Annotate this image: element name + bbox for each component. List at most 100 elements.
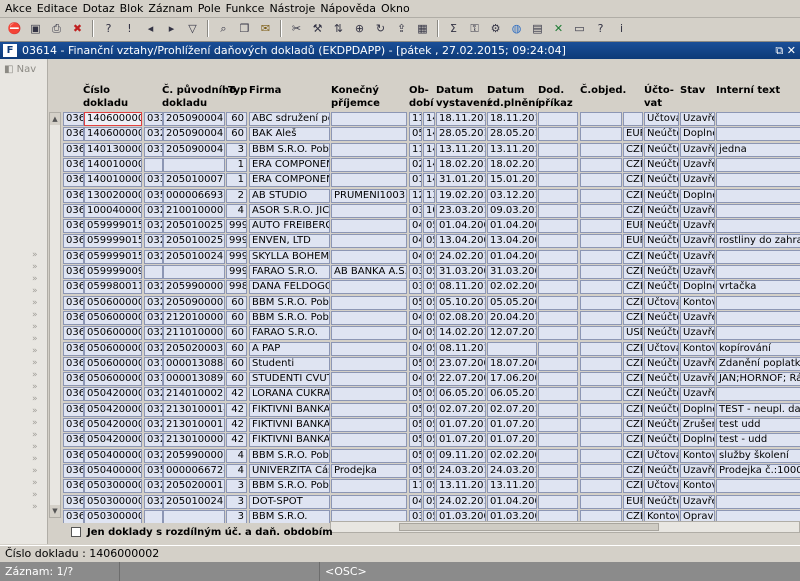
- table-cell[interactable]: [331, 372, 407, 387]
- table-row[interactable]: 0361406000002033205090004660ABC sdružení…: [63, 112, 800, 126]
- table-cell[interactable]: 2050900046: [163, 112, 225, 126]
- table-cell[interactable]: 998: [226, 280, 247, 295]
- enter-query-icon[interactable]: ?: [100, 20, 117, 37]
- table-cell[interactable]: Neúčtov: [644, 402, 679, 417]
- menu-item-9[interactable]: Okno: [376, 0, 410, 16]
- table-cell[interactable]: FARAO S.R.O.: [249, 326, 330, 341]
- table-cell[interactable]: Neúčtov: [644, 188, 679, 203]
- table-cell[interactable]: 04: [409, 372, 422, 387]
- table-cell[interactable]: 036: [63, 142, 84, 157]
- table-cell[interactable]: 0000066930: [163, 188, 225, 203]
- table-cell[interactable]: Uzavřen: [680, 203, 715, 218]
- table-cell[interactable]: 2050100251: [163, 219, 225, 234]
- table-cell[interactable]: 0506000008: [84, 295, 142, 310]
- table-cell[interactable]: 05: [423, 341, 435, 356]
- sum-icon[interactable]: Σ: [445, 20, 462, 37]
- table-cell[interactable]: 13.11.2014: [436, 479, 486, 494]
- table-cell[interactable]: 036: [63, 112, 84, 126]
- table-cell[interactable]: BBM S.R.O. Pobočk: [249, 295, 330, 310]
- table-row[interactable]: 03605999901520322050100251999AUTO FREIBE…: [63, 219, 800, 234]
- table-cell[interactable]: vrtačka: [716, 280, 800, 295]
- scroll-thumb[interactable]: [399, 523, 659, 531]
- table-cell[interactable]: 24.02.2014: [436, 494, 486, 509]
- table-cell[interactable]: 01: [409, 173, 422, 188]
- table-cell[interactable]: 18.02.2014: [487, 157, 537, 172]
- table-cell[interactable]: [331, 356, 407, 371]
- table-cell[interactable]: 032: [144, 479, 163, 494]
- table-cell[interactable]: [580, 280, 622, 295]
- table-cell[interactable]: 032: [144, 249, 163, 264]
- table-cell[interactable]: [580, 219, 622, 234]
- table-cell[interactable]: 032: [144, 326, 163, 341]
- table-cell[interactable]: 05: [423, 372, 435, 387]
- table-cell[interactable]: DOT-SPOT: [249, 494, 330, 509]
- table-cell[interactable]: 18.02.2014: [436, 157, 486, 172]
- table-cell[interactable]: 2050100077: [163, 173, 225, 188]
- table-cell[interactable]: 11: [409, 112, 422, 126]
- table-cell[interactable]: 04: [409, 326, 422, 341]
- table-cell[interactable]: Uzavřen: [680, 219, 715, 234]
- table-cell[interactable]: Neúčtov: [644, 387, 679, 402]
- table-cell[interactable]: 60: [226, 310, 247, 325]
- table-cell[interactable]: 4: [226, 203, 247, 218]
- table-cell[interactable]: 42: [226, 418, 247, 432]
- table-cell[interactable]: 036: [63, 295, 84, 310]
- table-cell[interactable]: CZK: [623, 402, 643, 417]
- delete-icon[interactable]: ✖: [69, 20, 86, 37]
- table-cell[interactable]: 05: [423, 479, 435, 494]
- table-cell[interactable]: 31.03.2008: [487, 265, 537, 279]
- table-cell[interactable]: [538, 234, 578, 249]
- table-cell[interactable]: Doplněn: [680, 433, 715, 448]
- table-cell[interactable]: AB BANKA A.S.: [331, 265, 407, 279]
- table-cell[interactable]: 036: [63, 356, 84, 371]
- table-row[interactable]: 0360506000008032205090000760BBM S.R.O. P…: [63, 295, 800, 310]
- table-cell[interactable]: [580, 448, 622, 463]
- table-cell[interactable]: Neúčtov: [644, 219, 679, 234]
- table-cell[interactable]: 14: [423, 127, 435, 142]
- table-cell[interactable]: CZK: [623, 249, 643, 264]
- export-icon[interactable]: ⇪: [393, 20, 410, 37]
- lock-icon[interactable]: ⚿: [466, 20, 483, 37]
- table-cell[interactable]: 13.04.2005: [436, 234, 486, 249]
- calc-icon[interactable]: ▤: [529, 20, 546, 37]
- table-cell[interactable]: 032: [144, 234, 163, 249]
- table-cell[interactable]: 3: [226, 479, 247, 494]
- table-cell[interactable]: 05: [423, 219, 435, 234]
- table-cell[interactable]: Doplněn: [680, 280, 715, 295]
- table-cell[interactable]: 0504200004: [84, 387, 142, 402]
- table-cell[interactable]: CZK: [623, 448, 643, 463]
- table-cell[interactable]: Uzavřen: [680, 265, 715, 279]
- table-cell[interactable]: [716, 249, 800, 264]
- table-cell[interactable]: 06.05.2014: [487, 387, 537, 402]
- table-cell[interactable]: 05: [409, 295, 422, 310]
- table-cell[interactable]: Kontová: [680, 479, 715, 494]
- table-cell[interactable]: [580, 173, 622, 188]
- table-cell[interactable]: BBM S.R.O. Pobočk: [249, 310, 330, 325]
- excel-icon[interactable]: ✕: [550, 20, 567, 37]
- table-cell[interactable]: 033: [144, 142, 163, 157]
- settings-icon[interactable]: ⚙: [487, 20, 504, 37]
- table-cell[interactable]: [538, 188, 578, 203]
- table-cell[interactable]: 05: [423, 234, 435, 249]
- table-cell[interactable]: Zdanění poplatků, při: [716, 356, 800, 371]
- table-cell[interactable]: CZK: [623, 173, 643, 188]
- table-cell[interactable]: 4: [226, 463, 247, 478]
- table-row[interactable]: 036050400000103500000667244UNIVERZITA Čá…: [63, 463, 800, 478]
- table-cell[interactable]: BBM S.R.O. Pobočk: [249, 142, 330, 157]
- table-cell[interactable]: Studenti: [249, 356, 330, 371]
- table-cell[interactable]: 01.07.2013: [487, 418, 537, 432]
- table-cell[interactable]: STUDENTI CVUT: [249, 372, 330, 387]
- table-cell[interactable]: 05: [423, 448, 435, 463]
- table-cell[interactable]: 60: [226, 112, 247, 126]
- table-cell[interactable]: 02.07.2013: [487, 402, 537, 417]
- table-cell[interactable]: 04: [409, 219, 422, 234]
- table-cell[interactable]: 032: [144, 494, 163, 509]
- table-cell[interactable]: rostliny do zahradnic: [716, 234, 800, 249]
- table-cell[interactable]: Uzavřen: [680, 249, 715, 264]
- table-cell[interactable]: 08.11.2011: [436, 280, 486, 295]
- table-cell[interactable]: [580, 387, 622, 402]
- table-cell[interactable]: LORANA CUKRAR: [249, 387, 330, 402]
- table-cell[interactable]: 032: [144, 203, 163, 218]
- table-cell[interactable]: [331, 433, 407, 448]
- table-cell[interactable]: 032: [144, 310, 163, 325]
